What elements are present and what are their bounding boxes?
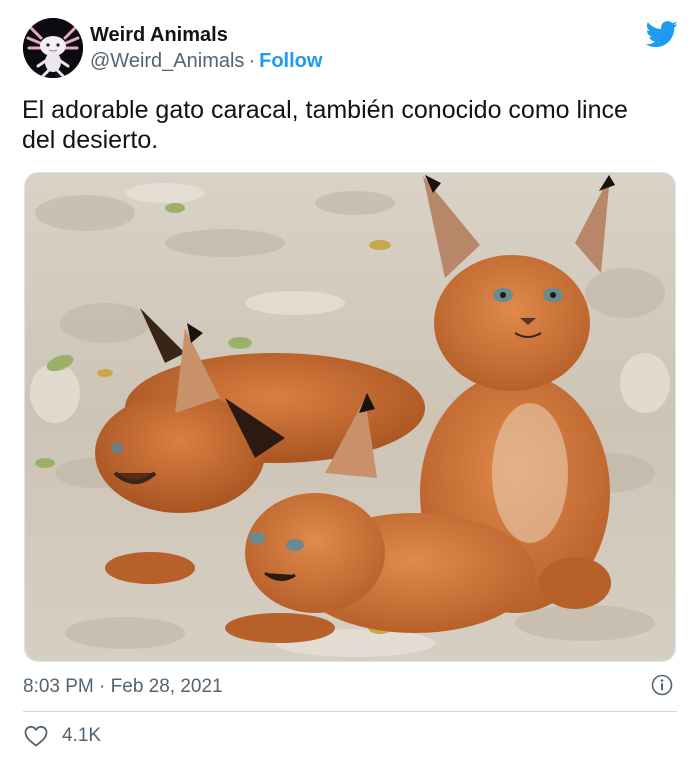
handle-row: @Weird_Animals · Follow [90, 50, 322, 73]
author-avatar[interactable] [23, 18, 83, 78]
info-icon[interactable] [651, 674, 673, 696]
twitter-bird-icon[interactable] [645, 18, 678, 50]
divider [23, 711, 677, 712]
tweet-text: El adorable gato caracal, también conoci… [22, 96, 628, 154]
axolotl-icon [23, 18, 83, 78]
follow-button[interactable]: Follow [259, 50, 322, 72]
caracal-kittens-image [25, 173, 675, 661]
author-handle[interactable]: @Weird_Animals [90, 50, 244, 72]
like-button[interactable]: 4.1K [24, 725, 101, 747]
tweet-photo[interactable] [24, 172, 676, 662]
tweet-timestamp[interactable]: 8:03 PM · Feb 28, 2021 [23, 676, 223, 698]
like-count: 4.1K [62, 725, 102, 746]
author-name[interactable]: Weird Animals [90, 24, 228, 47]
heart-icon [24, 725, 48, 747]
separator-dot: · [248, 50, 256, 72]
